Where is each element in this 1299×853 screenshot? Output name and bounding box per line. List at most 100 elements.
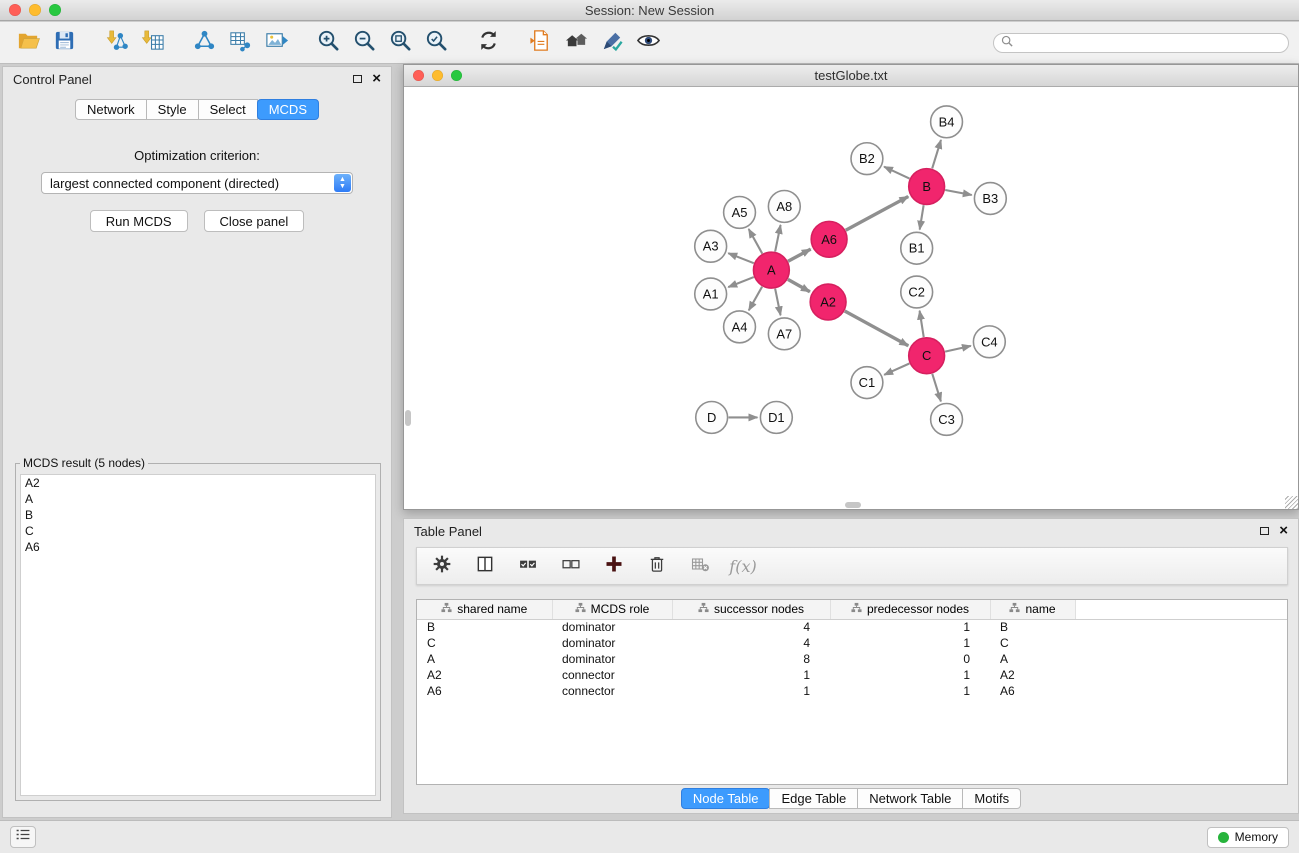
graph-edge-C-C4[interactable] — [945, 346, 971, 352]
zoom-in-button[interactable] — [310, 26, 346, 60]
graph-edge-C-C2[interactable] — [920, 311, 924, 337]
horizontal-scrollbar-thumb[interactable] — [845, 502, 861, 508]
column-header-predecessor-nodes[interactable]: predecessor nodes — [830, 600, 990, 619]
apply-layout-button[interactable] — [470, 26, 506, 60]
table-row-a[interactable]: Adominator80A — [417, 651, 1287, 667]
graph-edge-C-C3[interactable] — [932, 374, 941, 402]
tab-mcds[interactable]: MCDS — [257, 99, 319, 120]
graph-node-B3[interactable]: B3 — [974, 183, 1006, 215]
tab-motifs[interactable]: Motifs — [962, 788, 1021, 809]
graph-node-C1[interactable]: C1 — [851, 367, 883, 399]
graph-edge-A-A6[interactable] — [788, 249, 811, 261]
select-all-button[interactable] — [515, 553, 541, 579]
graph-edge-C-C1[interactable] — [884, 363, 909, 374]
graph-edge-A-A2[interactable] — [788, 279, 810, 291]
graph-node-B1[interactable]: B1 — [901, 232, 933, 264]
tab-network[interactable]: Network — [75, 99, 147, 120]
tab-edge-table[interactable]: Edge Table — [769, 788, 858, 809]
result-item-b[interactable]: B — [21, 507, 375, 523]
graph-edge-A6-B[interactable] — [846, 196, 909, 230]
float-panel-icon[interactable] — [353, 75, 362, 83]
zoom-fit-button[interactable] — [382, 26, 418, 60]
graph-edge-A2-C[interactable] — [845, 311, 909, 346]
unselect-all-button[interactable] — [558, 553, 584, 579]
graph-node-A[interactable]: A — [753, 252, 789, 288]
column-header-shared-name[interactable]: shared name — [417, 600, 552, 619]
graph-node-C4[interactable]: C4 — [973, 326, 1005, 358]
network-minimize-button[interactable] — [432, 70, 443, 81]
mcds-result-list[interactable]: A2ABCA6 — [20, 474, 376, 796]
graph-node-B2[interactable]: B2 — [851, 143, 883, 175]
show-columns-button[interactable] — [472, 553, 498, 579]
new-table-button[interactable] — [222, 26, 258, 60]
delete-column-button[interactable] — [644, 553, 670, 579]
column-header-successor-nodes[interactable]: successor nodes — [672, 600, 830, 619]
resize-grip[interactable] — [1285, 496, 1298, 509]
export-image-button[interactable] — [258, 26, 294, 60]
graph-node-D[interactable]: D — [696, 402, 728, 434]
add-column-button[interactable] — [601, 553, 627, 579]
close-panel-button[interactable]: Close panel — [204, 210, 305, 232]
result-item-a[interactable]: A — [21, 491, 375, 507]
result-item-a6[interactable]: A6 — [21, 539, 375, 555]
new-network-button[interactable] — [186, 26, 222, 60]
graph-edge-A-A5[interactable] — [749, 229, 763, 254]
graph-node-B[interactable]: B — [909, 169, 945, 205]
table-float-panel-icon[interactable] — [1260, 527, 1269, 535]
close-window-button[interactable] — [9, 4, 21, 16]
tab-network-table[interactable]: Network Table — [857, 788, 963, 809]
table-row-b[interactable]: Bdominator41B — [417, 619, 1287, 635]
network-zoom-button[interactable] — [451, 70, 462, 81]
save-session-button[interactable] — [46, 26, 82, 60]
graph-node-D1[interactable]: D1 — [760, 402, 792, 434]
result-item-a2[interactable]: A2 — [21, 475, 375, 491]
tab-node-table[interactable]: Node Table — [681, 788, 771, 809]
task-history-button[interactable] — [10, 826, 36, 848]
graph-edge-B-B3[interactable] — [945, 190, 972, 195]
function-builder-button[interactable]: f(x) — [730, 553, 756, 579]
graph-node-A2[interactable]: A2 — [810, 284, 846, 320]
tab-style[interactable]: Style — [146, 99, 199, 120]
table-settings-button[interactable] — [429, 553, 455, 579]
close-panel-icon[interactable]: × — [372, 74, 381, 84]
graph-edge-B-B2[interactable] — [884, 167, 909, 179]
node-table[interactable]: shared nameMCDS rolesuccessor nodesprede… — [417, 600, 1287, 699]
column-header-MCDS-role[interactable]: MCDS role — [552, 600, 672, 619]
graph-node-A8[interactable]: A8 — [768, 191, 800, 223]
graph-node-C2[interactable]: C2 — [901, 276, 933, 308]
zoom-window-button[interactable] — [49, 4, 61, 16]
zoom-out-button[interactable] — [346, 26, 382, 60]
graph-edge-B-B4[interactable] — [932, 140, 941, 169]
graph-node-C3[interactable]: C3 — [931, 404, 963, 436]
graph-edge-A-A4[interactable] — [749, 287, 762, 311]
import-table-button[interactable] — [134, 26, 170, 60]
result-item-c[interactable]: C — [21, 523, 375, 539]
delete-table-button[interactable] — [687, 553, 713, 579]
tab-select[interactable]: Select — [198, 99, 258, 120]
graph-edge-A-A3[interactable] — [728, 253, 754, 263]
graph-edge-A-A8[interactable] — [775, 225, 780, 252]
criterion-dropdown[interactable]: largest connected component (directed) ▲… — [41, 172, 353, 194]
graph-edge-A-A7[interactable] — [775, 289, 780, 316]
import-network-button[interactable] — [98, 26, 134, 60]
table-close-panel-icon[interactable]: × — [1279, 526, 1288, 536]
minimize-window-button[interactable] — [29, 4, 41, 16]
network-close-button[interactable] — [413, 70, 424, 81]
vertical-scrollbar-thumb[interactable] — [405, 410, 411, 426]
table-row-a2[interactable]: A2connector11A2 — [417, 667, 1287, 683]
annotation-check-button[interactable] — [594, 26, 630, 60]
graph-edge-A-A1[interactable] — [728, 277, 754, 287]
table-row-a6[interactable]: A6connector11A6 — [417, 683, 1287, 699]
run-mcds-button[interactable]: Run MCDS — [90, 210, 188, 232]
graph-node-A7[interactable]: A7 — [768, 318, 800, 350]
graph-node-A1[interactable]: A1 — [695, 278, 727, 310]
home-button[interactable] — [558, 26, 594, 60]
memory-button[interactable]: Memory — [1207, 827, 1289, 848]
search-box[interactable] — [993, 33, 1289, 53]
table-row-c[interactable]: Cdominator41C — [417, 635, 1287, 651]
graph-node-A6[interactable]: A6 — [811, 221, 847, 257]
graph-node-C[interactable]: C — [909, 338, 945, 374]
zoom-selected-button[interactable] — [418, 26, 454, 60]
network-canvas[interactable]: A5A8A3A1A4A7AA6A2B2B4BB3B1C2CC4C1C3DD1 — [404, 88, 1298, 509]
show-hide-button[interactable] — [630, 26, 666, 60]
